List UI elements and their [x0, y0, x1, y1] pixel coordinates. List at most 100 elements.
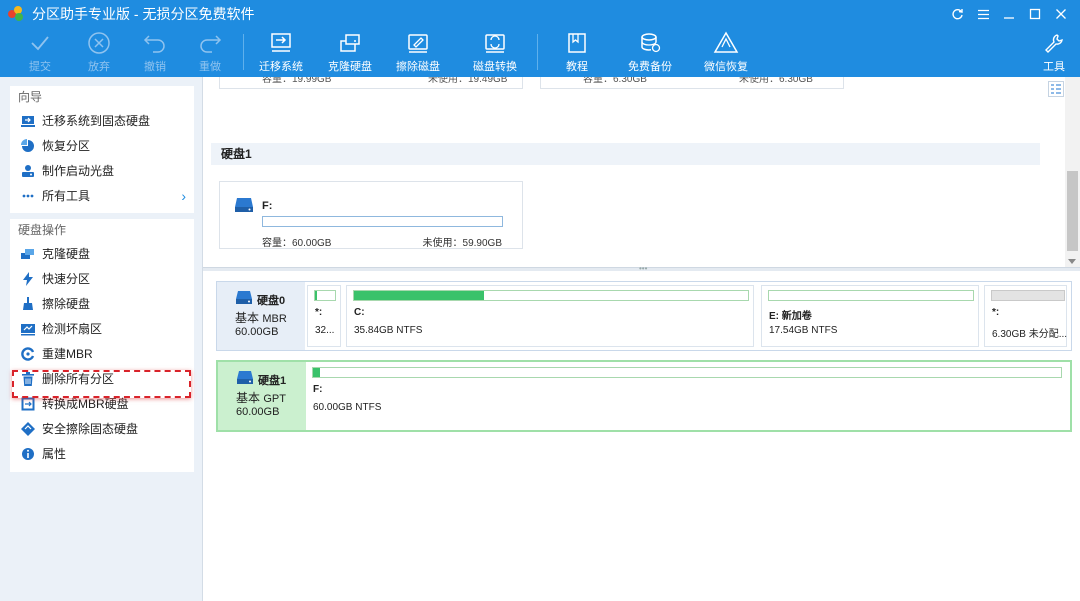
disk-row-1[interactable]: 硬盘1 基本 GPT 60.00GB F: 60.00GB NTFS [216, 360, 1072, 432]
wechat-restore-icon [713, 28, 739, 58]
partition-card-fragment: 容量：19.99GB 未使用：19.49GB [219, 77, 523, 89]
redo-label: 重做 [199, 61, 221, 73]
partition-usage-bar [353, 290, 749, 301]
partition-block[interactable]: F: 60.00GB NTFS [306, 363, 1068, 429]
disk-size: 60.00GB [236, 406, 280, 418]
migrate-icon [20, 113, 36, 129]
window-title: 分区助手专业版 - 无损分区免费软件 [32, 6, 255, 22]
delete-all-partitions-icon [20, 371, 36, 387]
partition-info: 32... [315, 325, 335, 336]
sidebar-item-label: 转换成MBR硬盘 [42, 397, 129, 411]
sidebar-item-clone-disk[interactable]: 克隆硬盘 [10, 241, 194, 266]
sidebar-item-check-bad-sectors[interactable]: 检测坏扇区 [10, 316, 194, 341]
discard-button[interactable]: 放弃 [81, 28, 117, 77]
toolbar-separator [243, 34, 244, 70]
scrollbar-thumb[interactable] [1067, 171, 1078, 251]
convert-disk-icon [483, 28, 507, 58]
partition-usage-bar [262, 216, 503, 227]
partition-info: 60.00GB NTFS [313, 402, 382, 413]
sidebar-item-label: 快速分区 [42, 272, 91, 286]
sidebar-item-label: 恢复分区 [42, 139, 91, 153]
sidebar-item-secure-erase-ssd[interactable]: 安全擦除固态硬盘 [10, 416, 194, 441]
backup-icon [638, 28, 662, 58]
clone-disk-label: 克隆硬盘 [328, 61, 372, 73]
sidebar-item-properties[interactable]: 属性 [10, 441, 194, 466]
wechat-restore-button[interactable]: 微信恢复 [703, 28, 749, 77]
partition-info: 6.30GB 未分配... [992, 329, 1068, 340]
sidebar-item-delete-all-partitions[interactable]: 删除所有分区 [10, 366, 194, 391]
sidebar-item-label: 迁移系统到固态硬盘 [42, 114, 151, 128]
convert-mbr-icon [20, 396, 36, 412]
partition-block[interactable]: *: 6.30GB 未分配... [984, 285, 1067, 347]
disk-name: 硬盘0 [257, 295, 286, 307]
close-icon[interactable] [1048, 0, 1074, 28]
wipe-disk-button[interactable]: 擦除磁盘 [393, 28, 443, 77]
partition-block[interactable]: E: 新加卷 17.54GB NTFS [761, 285, 979, 347]
undo-button[interactable]: 撤销 [137, 28, 173, 77]
disk-row-0[interactable]: 硬盘0 基本 MBR 60.00GB *: 32... C: 35.84GB N… [216, 281, 1072, 351]
maximize-icon[interactable] [1022, 0, 1048, 28]
partition-usage-bar [312, 367, 1062, 378]
sidebar-item-label: 克隆硬盘 [42, 247, 91, 261]
partition-block[interactable]: C: 35.84GB NTFS [346, 285, 754, 347]
properties-icon [20, 446, 36, 462]
disk-partition-style: MBR [262, 313, 287, 325]
unallocated-bar [991, 290, 1065, 301]
sidebar-item-label: 重建MBR [42, 347, 93, 361]
disk-header: 硬盘0 基本 MBR 60.00GB [217, 282, 305, 350]
chevron-right-icon: › [181, 187, 186, 204]
disk-partition-style: GPT [263, 393, 286, 405]
menu-icon[interactable] [970, 0, 996, 28]
sidebar-item-wipe-disk[interactable]: 擦除硬盘 [10, 291, 194, 316]
disk-ops-panel-title: 硬盘操作 [18, 223, 67, 237]
redo-button[interactable]: 重做 [192, 28, 228, 77]
sidebar-item-quick-partition[interactable]: 快速分区 [10, 266, 194, 291]
sidebar-item-migrate-to-ssd[interactable]: 迁移系统到固态硬盘 [10, 108, 194, 133]
tutorial-label: 教程 [566, 61, 588, 73]
clone-disk-button[interactable]: 克隆硬盘 [325, 28, 375, 77]
minimize-icon[interactable] [996, 0, 1022, 28]
wipe-disk-icon [20, 296, 36, 312]
sidebar-item-label: 属性 [42, 447, 67, 461]
convert-disk-button[interactable]: 磁盘转换 [470, 28, 520, 77]
partition-card-label: F: [262, 200, 273, 212]
migrate-os-icon [269, 28, 293, 58]
disk-header: 硬盘1 基本 GPT 60.00GB [218, 362, 306, 430]
free-backup-label: 免费备份 [628, 61, 672, 73]
migrate-os-label: 迁移系统 [259, 61, 303, 73]
wechat-restore-label: 微信恢复 [704, 61, 748, 73]
sidebar-item-make-bootable[interactable]: 制作启动光盘 [10, 158, 194, 183]
sidebar-item-recover-partition[interactable]: 恢复分区 [10, 133, 194, 158]
sidebar-item-label: 删除所有分区 [42, 372, 115, 386]
scroll-down-arrow-icon[interactable] [1068, 259, 1076, 264]
refresh-icon[interactable] [944, 0, 970, 28]
partition-block[interactable]: *: 32... [307, 285, 341, 347]
commit-button[interactable]: 提交 [22, 28, 58, 77]
disk-type-prefix: 基本 [235, 311, 260, 325]
tools-button[interactable]: 工具 [1040, 28, 1068, 77]
disk-type-prefix: 基本 [236, 391, 261, 405]
sidebar-item-convert-to-mbr[interactable]: 转换成MBR硬盘 [10, 391, 194, 416]
sidebar-item-rebuild-mbr[interactable]: 重建MBR [10, 341, 194, 366]
partition-card-capacity: 容量：60.00GB [262, 238, 332, 249]
main-area: 容量：19.99GB 未使用：19.49GB 容量：6.30GB 未使用：6.3… [202, 77, 1080, 601]
partition-name: F: [313, 384, 323, 395]
view-toggle-icon[interactable] [1048, 81, 1064, 97]
recover-partition-icon [20, 138, 36, 154]
sidebar-item-label: 检测坏扇区 [42, 322, 103, 336]
sidebar-item-all-tools[interactable]: 所有工具 › [10, 183, 194, 208]
partition-info: 17.54GB NTFS [769, 325, 838, 336]
partition-card-f[interactable]: F: 容量：60.00GB 未使用：59.90GB [219, 181, 523, 249]
more-tools-icon [20, 188, 36, 204]
vertical-scrollbar[interactable] [1065, 77, 1080, 267]
tutorial-button[interactable]: 教程 [560, 28, 594, 77]
free-backup-button[interactable]: 免费备份 [627, 28, 673, 77]
migrate-os-button[interactable]: 迁移系统 [256, 28, 306, 77]
pane-splitter[interactable]: ••• [203, 264, 1080, 273]
partition-name: E: 新加卷 [769, 311, 812, 322]
wipe-disk-label: 擦除磁盘 [396, 61, 440, 73]
clone-disk-icon [338, 28, 362, 58]
partition-card-free: 未使用：6.30GB [739, 77, 813, 85]
disk-name: 硬盘1 [258, 375, 287, 387]
bootable-media-icon [20, 163, 36, 179]
